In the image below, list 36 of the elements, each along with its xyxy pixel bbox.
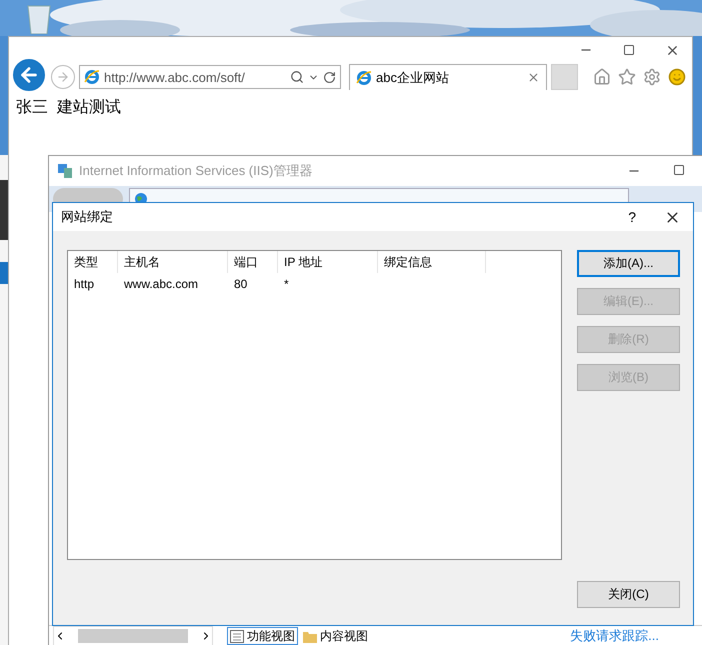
browser-tab[interactable]: abc企业网站 [349,64,547,90]
table-cell-text: 80 [233,277,248,291]
folder-icon [303,630,317,642]
close-button[interactable]: 关闭(C) [577,581,680,608]
dialog-title: 网站绑定 [61,208,113,226]
table-cell-text: www.abc.com [123,277,200,291]
page-text: 张三 建站测试 [15,98,122,118]
maximize-icon[interactable] [623,44,635,56]
smiley-icon[interactable] [668,68,686,86]
address-field[interactable]: http://www.abc.com/soft/ [79,65,341,89]
help-button[interactable]: ? [628,209,636,225]
search-icon[interactable] [290,70,304,84]
column-header[interactable]: 绑定信息 [378,251,486,273]
column-header[interactable]: 端口 [228,251,278,273]
bindings-list[interactable]: 类型 主机名 端口 IP 地址 绑定信息 http www.abc.com 80 * [67,250,562,560]
column-header[interactable]: 类型 [68,251,118,273]
star-icon[interactable] [618,68,636,86]
ie-logo-icon [356,70,372,86]
window-title: Internet Information Services (IIS)管理器 [79,162,312,180]
ie-logo-icon [84,69,100,85]
action-button[interactable]: 添加(A)... [577,250,680,277]
home-icon[interactable] [593,68,611,86]
forward-arrow-icon [56,70,70,84]
action-link[interactable]: 失败请求跟踪... [570,627,659,645]
server-icon [57,163,73,179]
column-header[interactable]: IP 地址 [278,251,378,273]
view-tab[interactable]: 功能视图 [227,627,298,645]
horizontal-scrollbar[interactable] [53,626,213,645]
close-tab-icon[interactable] [527,71,540,84]
list-icon [230,630,244,642]
table-cell-text: http [73,277,96,291]
settings-icon[interactable] [643,68,661,86]
table-cell-text: * [283,277,290,291]
maximize-icon[interactable] [673,164,685,176]
column-header[interactable]: 主机名 [118,251,228,273]
refresh-icon[interactable] [323,70,336,84]
